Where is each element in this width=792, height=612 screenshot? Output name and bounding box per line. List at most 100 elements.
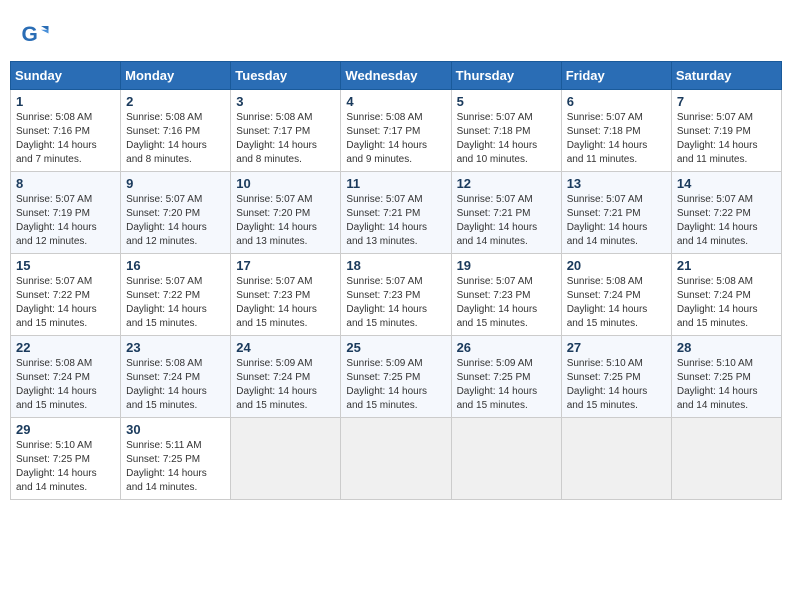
day-info: Sunrise: 5:09 AM Sunset: 7:25 PM Dayligh…	[346, 357, 445, 413]
day-info: Sunrise: 5:07 AM Sunset: 7:19 PM Dayligh…	[677, 111, 776, 167]
calendar-cell: 7 Sunrise: 5:07 AM Sunset: 7:19 PM Dayli…	[671, 90, 781, 172]
calendar-cell: 12 Sunrise: 5:07 AM Sunset: 7:21 PM Dayl…	[451, 172, 561, 254]
day-info: Sunrise: 5:07 AM Sunset: 7:21 PM Dayligh…	[346, 193, 445, 249]
calendar-week-1: 1 Sunrise: 5:08 AM Sunset: 7:16 PM Dayli…	[11, 90, 782, 172]
calendar-cell: 26 Sunrise: 5:09 AM Sunset: 7:25 PM Dayl…	[451, 336, 561, 418]
calendar-cell: 1 Sunrise: 5:08 AM Sunset: 7:16 PM Dayli…	[11, 90, 121, 172]
day-number: 6	[567, 94, 666, 109]
day-number: 15	[16, 258, 115, 273]
day-info: Sunrise: 5:07 AM Sunset: 7:20 PM Dayligh…	[236, 193, 335, 249]
day-number: 20	[567, 258, 666, 273]
weekday-monday: Monday	[121, 62, 231, 90]
calendar-table: SundayMondayTuesdayWednesdayThursdayFrid…	[10, 61, 782, 500]
calendar-cell: 14 Sunrise: 5:07 AM Sunset: 7:22 PM Dayl…	[671, 172, 781, 254]
day-info: Sunrise: 5:08 AM Sunset: 7:24 PM Dayligh…	[567, 275, 666, 331]
day-number: 21	[677, 258, 776, 273]
calendar-cell: 8 Sunrise: 5:07 AM Sunset: 7:19 PM Dayli…	[11, 172, 121, 254]
day-number: 26	[457, 340, 556, 355]
day-info: Sunrise: 5:07 AM Sunset: 7:23 PM Dayligh…	[457, 275, 556, 331]
day-info: Sunrise: 5:10 AM Sunset: 7:25 PM Dayligh…	[16, 439, 115, 495]
day-info: Sunrise: 5:07 AM Sunset: 7:22 PM Dayligh…	[126, 275, 225, 331]
calendar-cell: 29 Sunrise: 5:10 AM Sunset: 7:25 PM Dayl…	[11, 418, 121, 500]
calendar-cell	[671, 418, 781, 500]
day-number: 5	[457, 94, 556, 109]
day-number: 29	[16, 422, 115, 437]
day-number: 1	[16, 94, 115, 109]
calendar-cell: 24 Sunrise: 5:09 AM Sunset: 7:24 PM Dayl…	[231, 336, 341, 418]
day-info: Sunrise: 5:07 AM Sunset: 7:23 PM Dayligh…	[346, 275, 445, 331]
calendar-cell: 13 Sunrise: 5:07 AM Sunset: 7:21 PM Dayl…	[561, 172, 671, 254]
calendar-cell: 17 Sunrise: 5:07 AM Sunset: 7:23 PM Dayl…	[231, 254, 341, 336]
svg-text:G: G	[22, 23, 38, 46]
calendar-cell: 4 Sunrise: 5:08 AM Sunset: 7:17 PM Dayli…	[341, 90, 451, 172]
day-info: Sunrise: 5:07 AM Sunset: 7:18 PM Dayligh…	[457, 111, 556, 167]
calendar-cell: 15 Sunrise: 5:07 AM Sunset: 7:22 PM Dayl…	[11, 254, 121, 336]
day-info: Sunrise: 5:08 AM Sunset: 7:16 PM Dayligh…	[126, 111, 225, 167]
day-number: 3	[236, 94, 335, 109]
day-info: Sunrise: 5:07 AM Sunset: 7:23 PM Dayligh…	[236, 275, 335, 331]
calendar-cell: 28 Sunrise: 5:10 AM Sunset: 7:25 PM Dayl…	[671, 336, 781, 418]
calendar-cell: 20 Sunrise: 5:08 AM Sunset: 7:24 PM Dayl…	[561, 254, 671, 336]
calendar-week-4: 22 Sunrise: 5:08 AM Sunset: 7:24 PM Dayl…	[11, 336, 782, 418]
day-number: 10	[236, 176, 335, 191]
day-info: Sunrise: 5:07 AM Sunset: 7:19 PM Dayligh…	[16, 193, 115, 249]
day-info: Sunrise: 5:08 AM Sunset: 7:24 PM Dayligh…	[677, 275, 776, 331]
day-info: Sunrise: 5:09 AM Sunset: 7:25 PM Dayligh…	[457, 357, 556, 413]
calendar-cell	[451, 418, 561, 500]
weekday-sunday: Sunday	[11, 62, 121, 90]
weekday-saturday: Saturday	[671, 62, 781, 90]
day-info: Sunrise: 5:08 AM Sunset: 7:17 PM Dayligh…	[346, 111, 445, 167]
logo: G	[20, 20, 54, 50]
day-number: 23	[126, 340, 225, 355]
day-number: 16	[126, 258, 225, 273]
calendar-cell: 23 Sunrise: 5:08 AM Sunset: 7:24 PM Dayl…	[121, 336, 231, 418]
day-info: Sunrise: 5:07 AM Sunset: 7:22 PM Dayligh…	[677, 193, 776, 249]
calendar-cell: 16 Sunrise: 5:07 AM Sunset: 7:22 PM Dayl…	[121, 254, 231, 336]
day-number: 18	[346, 258, 445, 273]
calendar-cell: 3 Sunrise: 5:08 AM Sunset: 7:17 PM Dayli…	[231, 90, 341, 172]
calendar-cell: 18 Sunrise: 5:07 AM Sunset: 7:23 PM Dayl…	[341, 254, 451, 336]
day-info: Sunrise: 5:07 AM Sunset: 7:21 PM Dayligh…	[457, 193, 556, 249]
calendar-cell: 10 Sunrise: 5:07 AM Sunset: 7:20 PM Dayl…	[231, 172, 341, 254]
weekday-wednesday: Wednesday	[341, 62, 451, 90]
day-info: Sunrise: 5:11 AM Sunset: 7:25 PM Dayligh…	[126, 439, 225, 495]
calendar-body: 1 Sunrise: 5:08 AM Sunset: 7:16 PM Dayli…	[11, 90, 782, 500]
day-info: Sunrise: 5:07 AM Sunset: 7:22 PM Dayligh…	[16, 275, 115, 331]
calendar-week-2: 8 Sunrise: 5:07 AM Sunset: 7:19 PM Dayli…	[11, 172, 782, 254]
calendar-week-5: 29 Sunrise: 5:10 AM Sunset: 7:25 PM Dayl…	[11, 418, 782, 500]
weekday-tuesday: Tuesday	[231, 62, 341, 90]
calendar-cell: 21 Sunrise: 5:08 AM Sunset: 7:24 PM Dayl…	[671, 254, 781, 336]
weekday-friday: Friday	[561, 62, 671, 90]
calendar-cell: 2 Sunrise: 5:08 AM Sunset: 7:16 PM Dayli…	[121, 90, 231, 172]
day-number: 4	[346, 94, 445, 109]
calendar-cell: 5 Sunrise: 5:07 AM Sunset: 7:18 PM Dayli…	[451, 90, 561, 172]
day-number: 24	[236, 340, 335, 355]
day-number: 8	[16, 176, 115, 191]
day-info: Sunrise: 5:07 AM Sunset: 7:20 PM Dayligh…	[126, 193, 225, 249]
day-info: Sunrise: 5:10 AM Sunset: 7:25 PM Dayligh…	[567, 357, 666, 413]
day-number: 11	[346, 176, 445, 191]
logo-icon: G	[20, 20, 50, 50]
day-number: 19	[457, 258, 556, 273]
day-number: 25	[346, 340, 445, 355]
day-number: 2	[126, 94, 225, 109]
calendar-week-3: 15 Sunrise: 5:07 AM Sunset: 7:22 PM Dayl…	[11, 254, 782, 336]
calendar-cell: 22 Sunrise: 5:08 AM Sunset: 7:24 PM Dayl…	[11, 336, 121, 418]
calendar-cell: 9 Sunrise: 5:07 AM Sunset: 7:20 PM Dayli…	[121, 172, 231, 254]
day-info: Sunrise: 5:08 AM Sunset: 7:16 PM Dayligh…	[16, 111, 115, 167]
day-number: 22	[16, 340, 115, 355]
calendar-cell: 11 Sunrise: 5:07 AM Sunset: 7:21 PM Dayl…	[341, 172, 451, 254]
day-info: Sunrise: 5:07 AM Sunset: 7:18 PM Dayligh…	[567, 111, 666, 167]
day-number: 28	[677, 340, 776, 355]
day-number: 13	[567, 176, 666, 191]
page-header: G	[10, 10, 782, 55]
weekday-thursday: Thursday	[451, 62, 561, 90]
calendar-cell: 27 Sunrise: 5:10 AM Sunset: 7:25 PM Dayl…	[561, 336, 671, 418]
day-number: 12	[457, 176, 556, 191]
day-info: Sunrise: 5:08 AM Sunset: 7:24 PM Dayligh…	[126, 357, 225, 413]
day-number: 17	[236, 258, 335, 273]
day-info: Sunrise: 5:09 AM Sunset: 7:24 PM Dayligh…	[236, 357, 335, 413]
day-info: Sunrise: 5:08 AM Sunset: 7:17 PM Dayligh…	[236, 111, 335, 167]
calendar-cell: 19 Sunrise: 5:07 AM Sunset: 7:23 PM Dayl…	[451, 254, 561, 336]
day-info: Sunrise: 5:10 AM Sunset: 7:25 PM Dayligh…	[677, 357, 776, 413]
